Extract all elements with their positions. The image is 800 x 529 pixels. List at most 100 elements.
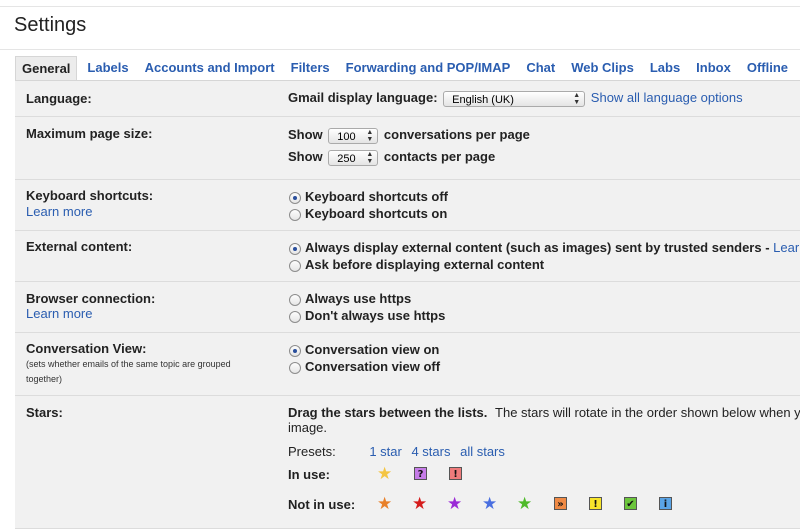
conversations-value: 100 <box>337 130 356 143</box>
tab-offline[interactable]: Offline <box>747 56 788 80</box>
green-star-icon[interactable]: ★ <box>517 495 532 512</box>
tab-general[interactable]: General <box>15 56 78 81</box>
preset-all-stars-link[interactable]: all stars <box>460 444 505 459</box>
radio-icon[interactable] <box>289 293 301 306</box>
page-title: Settings <box>14 14 87 36</box>
select-arrows-icon: ▲ ▼ <box>573 92 581 107</box>
conversation-off-label: Conversation view off <box>305 359 441 374</box>
in-use-label: In use: <box>288 467 330 482</box>
keyboard-learn-more-link[interactable]: Learn more <box>26 204 92 219</box>
tab-accounts-and-import[interactable]: Accounts and Import <box>145 56 275 80</box>
external-always-label: Always display external content (such as… <box>305 240 770 255</box>
title-divider <box>0 49 800 50</box>
language-label: Language: <box>26 91 92 106</box>
conversation-view-row: Conversation View: (sets whether emails … <box>15 333 800 396</box>
conversation-options: Conversation view on Conversation view o… <box>288 341 440 375</box>
conversation-view-note: (sets whether emails of the same topic a… <box>26 359 231 384</box>
stars-instructions: Drag the stars between the lists. The st… <box>288 405 800 420</box>
stars-label: Stars: <box>26 405 63 420</box>
stars-rotate-instruction: The stars will rotate in the order shown… <box>495 405 800 420</box>
display-language-label: Gmail display language: <box>288 90 438 105</box>
not-in-use-label: Not in use: <box>288 497 356 512</box>
radio-icon[interactable] <box>289 208 301 221</box>
blue-star-icon[interactable]: ★ <box>482 495 497 512</box>
external-content-row: External content: Always display externa… <box>15 231 800 282</box>
tab-filters[interactable]: Filters <box>291 56 330 80</box>
red-star-icon[interactable]: ★ <box>412 495 427 512</box>
conversation-on-label: Conversation view on <box>305 342 440 357</box>
language-select[interactable]: English (UK) ▲ ▼ <box>443 90 586 107</box>
stars-presets: Presets: 1 star 4 stars all stars <box>288 444 505 459</box>
keyboard-on-option[interactable]: Keyboard shortcuts on <box>288 205 448 222</box>
language-setting: Gmail display language: English (UK) ▲ ▼ … <box>288 90 743 107</box>
conversations-suffix: conversations per page <box>383 127 530 142</box>
radio-selected-icon[interactable] <box>289 344 301 357</box>
radio-selected-icon[interactable] <box>289 242 301 255</box>
conversations-per-page-select[interactable]: 100 ▲ ▼ <box>328 127 379 144</box>
conversation-off-option[interactable]: Conversation view off <box>288 358 440 375</box>
conversation-on-option[interactable]: Conversation view on <box>288 341 440 358</box>
red-bang-icon[interactable]: ! <box>449 467 462 480</box>
radio-icon[interactable] <box>289 259 301 272</box>
green-check-icon[interactable]: ✔ <box>624 497 637 510</box>
browser-connection-row: Browser connection: Learn more Always us… <box>15 282 800 333</box>
settings-tabs: General Labels Accounts and Import Filte… <box>15 56 800 81</box>
preset-1-star-link[interactable]: 1 star <box>369 444 402 459</box>
page-size-label: Maximum page size: <box>26 126 153 141</box>
always-https-option[interactable]: Always use https <box>288 290 445 307</box>
preset-4-stars-link[interactable]: 4 stars <box>411 444 450 459</box>
yellow-bang-icon[interactable]: ! <box>589 497 602 510</box>
always-https-label: Always use https <box>305 291 412 306</box>
orange-guillemet-icon[interactable]: » <box>554 497 567 510</box>
blue-info-icon[interactable]: i <box>659 497 672 510</box>
external-ask-label: Ask before displaying external content <box>305 257 545 272</box>
language-selected-value: English (UK) <box>452 93 514 106</box>
page-size-row: Maximum page size: Show 100 ▲ ▼ conversat… <box>15 117 800 180</box>
purple-star-icon[interactable]: ★ <box>447 495 462 512</box>
dont-always-https-label: Don't always use https <box>305 308 446 323</box>
contacts-value: 250 <box>337 152 356 165</box>
conversations-per-page: Show 100 ▲ ▼ conversations per page <box>288 127 530 144</box>
language-row: Language: Gmail display language: Englis… <box>15 81 800 117</box>
dont-always-https-option[interactable]: Don't always use https <box>288 307 445 324</box>
show-label: Show <box>288 149 323 164</box>
keyboard-options: Keyboard shortcuts off Keyboard shortcut… <box>288 188 448 222</box>
yellow-star-icon[interactable]: ★ <box>377 465 392 482</box>
tab-web-clips[interactable]: Web Clips <box>571 56 634 80</box>
purple-question-icon[interactable]: ? <box>414 467 427 480</box>
external-options: Always display external content (such as… <box>288 239 800 273</box>
keyboard-shortcuts-row: Keyboard shortcuts: Learn more Keyboard … <box>15 180 800 231</box>
external-ask-option[interactable]: Ask before displaying external content <box>288 256 800 273</box>
conversation-view-label: Conversation View: <box>26 341 147 356</box>
tab-labels[interactable]: Labels <box>87 56 128 80</box>
tab-labs[interactable]: Labs <box>650 56 680 80</box>
radio-icon[interactable] <box>289 310 301 323</box>
show-all-languages-link[interactable]: Show all language options <box>591 90 743 105</box>
stars-instruction-line2: image. <box>288 420 328 435</box>
settings-table: Language: Gmail display language: Englis… <box>15 81 800 529</box>
stars-drag-instruction: Drag the stars between the lists. <box>288 405 488 420</box>
show-label: Show <box>288 127 323 142</box>
radio-selected-icon[interactable] <box>289 191 301 204</box>
contacts-per-page-select[interactable]: 250 ▲ ▼ <box>328 149 379 166</box>
contacts-suffix: contacts per page <box>383 149 496 164</box>
external-always-option[interactable]: Always display external content (such as… <box>288 239 800 256</box>
tab-forwarding-pop-imap[interactable]: Forwarding and POP/IMAP <box>346 56 511 80</box>
select-arrows-icon: ▲ ▼ <box>366 129 374 144</box>
keyboard-on-label: Keyboard shortcuts on <box>305 206 448 221</box>
keyboard-shortcuts-label: Keyboard shortcuts: <box>26 188 154 203</box>
browser-connection-label: Browser connection: <box>26 291 156 306</box>
contacts-per-page: Show 250 ▲ ▼ contacts per page <box>288 149 495 166</box>
stars-row: Stars: Drag the stars between the lists.… <box>15 396 800 529</box>
external-learn-more-link[interactable]: Learn more <box>773 240 800 255</box>
presets-label: Presets: <box>288 444 336 459</box>
keyboard-off-option[interactable]: Keyboard shortcuts off <box>288 188 448 205</box>
tab-chat[interactable]: Chat <box>526 56 555 80</box>
orange-star-icon[interactable]: ★ <box>377 495 392 512</box>
tab-inbox[interactable]: Inbox <box>696 56 731 80</box>
external-content-label: External content: <box>26 239 133 254</box>
radio-icon[interactable] <box>289 361 301 374</box>
keyboard-off-label: Keyboard shortcuts off <box>305 189 449 204</box>
select-arrows-icon: ▲ ▼ <box>366 151 374 166</box>
browser-learn-more-link[interactable]: Learn more <box>26 306 92 321</box>
